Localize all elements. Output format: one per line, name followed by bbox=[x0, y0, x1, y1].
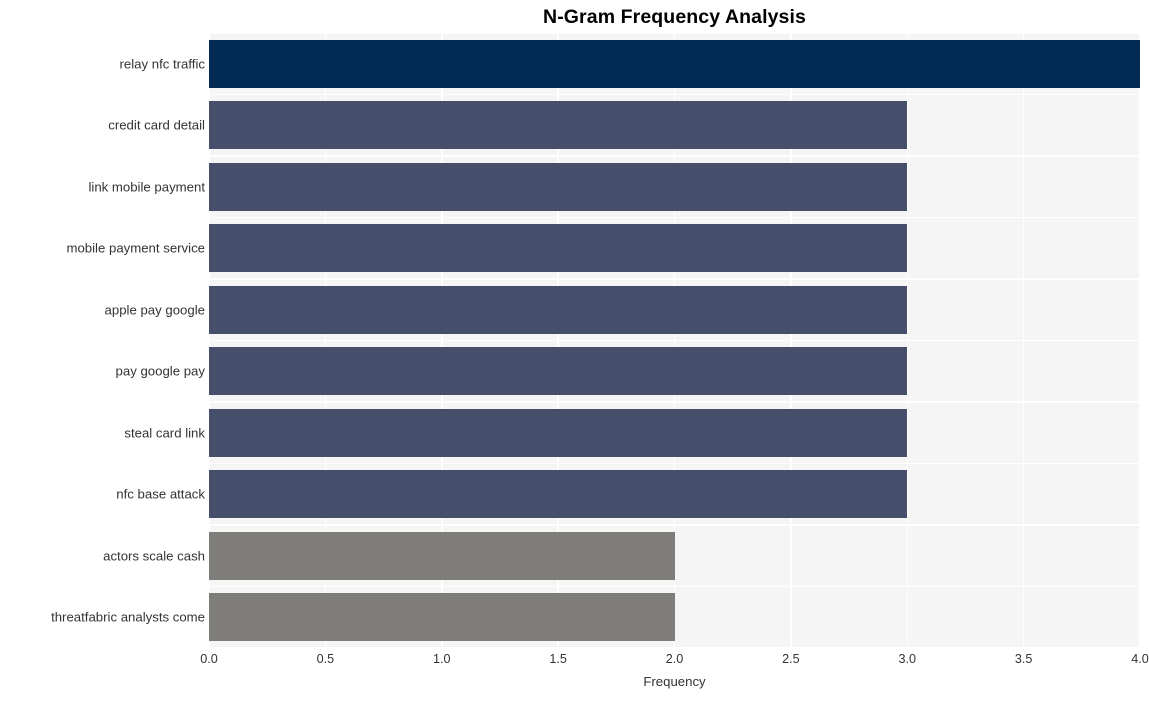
chart-figure: N-Gram Frequency Analysis relay nfc traf… bbox=[0, 0, 1149, 701]
gridline-horizontal bbox=[209, 462, 1140, 465]
gridline-horizontal bbox=[209, 585, 1140, 588]
x-axis-tick-label: 3.0 bbox=[898, 652, 917, 666]
y-axis-tick-label: credit card detail bbox=[108, 117, 205, 133]
x-axis-tick-label: 4.0 bbox=[1131, 652, 1149, 666]
gridline-horizontal bbox=[209, 93, 1140, 96]
y-axis-tick-label: pay google pay bbox=[115, 363, 205, 379]
bar bbox=[209, 101, 908, 150]
y-axis-labels: relay nfc traffic credit card detail link … bbox=[0, 33, 205, 648]
gridline-horizontal bbox=[209, 155, 1140, 157]
bar bbox=[209, 408, 908, 457]
x-axis-tick-label: 1.0 bbox=[432, 652, 451, 666]
x-axis-title: Frequency bbox=[643, 674, 706, 689]
gridline-horizontal bbox=[209, 278, 1140, 280]
y-axis-tick-label: actors scale cash bbox=[103, 548, 205, 564]
gridline-horizontal bbox=[209, 216, 1140, 219]
bar bbox=[209, 593, 675, 642]
plot-area bbox=[209, 33, 1140, 648]
bar bbox=[209, 285, 908, 334]
y-axis-tick-label: apple pay google bbox=[104, 302, 205, 318]
gridline-horizontal bbox=[209, 401, 1140, 403]
bar bbox=[209, 39, 1140, 88]
y-axis-tick-label: link mobile payment bbox=[88, 179, 205, 195]
x-axis-tick-label: 0.5 bbox=[316, 652, 335, 666]
y-axis-tick-label: relay nfc traffic bbox=[119, 56, 205, 72]
bar bbox=[209, 162, 908, 211]
x-axis-tick-label: 0.0 bbox=[200, 652, 218, 666]
bar bbox=[209, 347, 908, 396]
gridline-horizontal bbox=[209, 524, 1140, 526]
y-axis-tick-label: mobile payment service bbox=[66, 240, 205, 256]
gridline-horizontal bbox=[209, 33, 1140, 34]
y-axis-tick-label: threatfabric analysts come bbox=[51, 609, 205, 625]
y-axis-tick-label: nfc base attack bbox=[116, 486, 205, 502]
bar bbox=[209, 224, 908, 273]
gridline-horizontal bbox=[209, 647, 1140, 648]
x-axis-tick-label: 2.5 bbox=[782, 652, 800, 666]
x-axis-tick-label: 2.0 bbox=[665, 652, 684, 666]
chart-title: N-Gram Frequency Analysis bbox=[543, 6, 806, 28]
bar bbox=[209, 470, 908, 519]
x-axis-tick-label: 1.5 bbox=[549, 652, 567, 666]
gridline-horizontal bbox=[209, 339, 1140, 342]
bar bbox=[209, 531, 675, 580]
x-axis-tick-label: 3.5 bbox=[1014, 652, 1033, 666]
y-axis-tick-label: steal card link bbox=[124, 425, 205, 441]
